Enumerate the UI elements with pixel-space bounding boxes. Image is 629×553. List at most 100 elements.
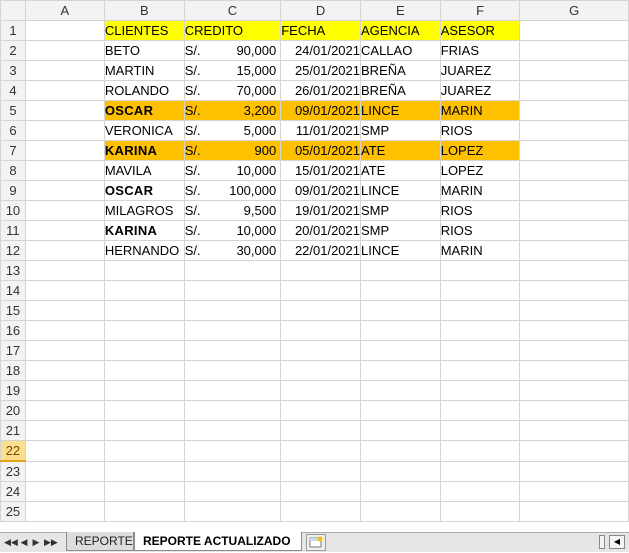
cell[interactable] — [360, 280, 441, 301]
row-header[interactable]: 16 — [0, 320, 26, 341]
cell[interactable] — [24, 380, 105, 401]
cell[interactable] — [24, 40, 105, 61]
cell[interactable] — [24, 340, 105, 361]
cell-fecha[interactable]: 15/01/2021 — [280, 160, 362, 181]
cell-cliente[interactable]: HERNANDO — [103, 240, 185, 261]
row-header[interactable]: 24 — [0, 481, 26, 502]
cell[interactable] — [24, 20, 105, 41]
cell-credito[interactable]: S/. 3,200 — [183, 100, 282, 121]
cell[interactable] — [519, 20, 629, 41]
cell[interactable] — [103, 460, 185, 482]
row-header[interactable]: 1 — [0, 20, 26, 41]
prev-sheet-button[interactable]: ◀ — [18, 535, 30, 549]
cell[interactable] — [439, 260, 521, 281]
row-header[interactable]: 23 — [0, 460, 26, 482]
cell[interactable] — [103, 440, 185, 462]
cell[interactable] — [103, 280, 185, 301]
cell-agencia[interactable]: BREÑA — [360, 60, 441, 81]
column-header-g[interactable]: G — [519, 0, 629, 21]
cell-agencia[interactable]: SMP — [360, 120, 441, 141]
cell[interactable] — [24, 481, 105, 502]
last-sheet-button[interactable]: ▶▶ — [44, 535, 58, 549]
cell[interactable] — [439, 340, 521, 361]
cell[interactable] — [280, 460, 362, 482]
cell[interactable] — [360, 481, 441, 502]
cell[interactable] — [519, 40, 629, 61]
cell[interactable] — [519, 481, 629, 502]
cell[interactable] — [519, 200, 629, 221]
cell[interactable] — [519, 360, 629, 381]
cell[interactable] — [519, 280, 629, 301]
insert-sheet-icon[interactable] — [306, 534, 326, 551]
row-header[interactable]: 7 — [0, 140, 26, 161]
cell-asesor[interactable]: MARIN — [439, 100, 521, 121]
cell[interactable] — [183, 501, 282, 522]
cell-credito[interactable]: S/. 30,000 — [183, 240, 282, 261]
cell-cliente[interactable]: OSCAR — [103, 100, 185, 121]
cell-fecha[interactable]: 05/01/2021 — [280, 140, 362, 161]
cell[interactable] — [103, 320, 185, 341]
cell-agencia[interactable]: ATE — [360, 140, 441, 161]
cell[interactable] — [360, 440, 441, 462]
cell-credito[interactable]: S/. 100,000 — [183, 180, 282, 201]
cell[interactable] — [280, 400, 362, 421]
cell-cliente[interactable]: KARINA — [103, 140, 185, 161]
select-all-corner[interactable] — [0, 0, 26, 21]
cell[interactable] — [280, 260, 362, 281]
cell-cliente[interactable]: ROLANDO — [103, 80, 185, 101]
scroll-left-arrow[interactable]: ◀ — [609, 535, 625, 549]
cell[interactable] — [103, 420, 185, 441]
cell[interactable] — [280, 280, 362, 301]
cell[interactable] — [519, 380, 629, 401]
tab-split-handle[interactable] — [599, 535, 605, 549]
cell-cliente[interactable]: MAVILA — [103, 160, 185, 181]
cell[interactable] — [24, 120, 105, 141]
cell[interactable] — [183, 380, 282, 401]
cell-agencia[interactable]: SMP — [360, 200, 441, 221]
cell[interactable] — [519, 120, 629, 141]
cell-fecha[interactable]: 22/01/2021 — [280, 240, 362, 261]
header-asesor[interactable]: ASESOR — [439, 20, 521, 41]
cell-fecha[interactable]: 09/01/2021 — [280, 180, 362, 201]
cell[interactable] — [24, 501, 105, 522]
cell-cliente[interactable]: MARTIN — [103, 60, 185, 81]
column-header-d[interactable]: D — [280, 0, 362, 21]
cell[interactable] — [360, 400, 441, 421]
cell[interactable] — [280, 340, 362, 361]
row-header[interactable]: 12 — [0, 240, 26, 261]
cell-fecha[interactable]: 25/01/2021 — [280, 60, 362, 81]
cell[interactable] — [280, 360, 362, 381]
cell[interactable] — [360, 501, 441, 522]
cell-cliente[interactable]: MILAGROS — [103, 200, 185, 221]
cell-fecha[interactable]: 24/01/2021 — [280, 40, 362, 61]
row-header[interactable]: 2 — [0, 40, 26, 61]
cell[interactable] — [439, 420, 521, 441]
cell-table[interactable]: A B C D E F G 1 CLIENTES CREDITO FECHA A… — [0, 0, 629, 522]
cell[interactable] — [183, 460, 282, 482]
cell[interactable] — [439, 280, 521, 301]
cell[interactable] — [183, 260, 282, 281]
cell[interactable] — [519, 60, 629, 81]
row-header[interactable]: 18 — [0, 360, 26, 381]
cell[interactable] — [24, 300, 105, 321]
cell[interactable] — [360, 340, 441, 361]
cell-fecha[interactable]: 19/01/2021 — [280, 200, 362, 221]
cell[interactable] — [24, 440, 105, 462]
cell[interactable] — [519, 400, 629, 421]
row-header[interactable]: 13 — [0, 260, 26, 281]
cell-credito[interactable]: S/. 90,000 — [183, 40, 282, 61]
cell[interactable] — [519, 140, 629, 161]
cell[interactable] — [519, 220, 629, 241]
cell[interactable] — [183, 280, 282, 301]
row-header[interactable]: 3 — [0, 60, 26, 81]
cell[interactable] — [24, 320, 105, 341]
cell-asesor[interactable]: RIOS — [439, 120, 521, 141]
cell[interactable] — [360, 260, 441, 281]
cell[interactable] — [183, 340, 282, 361]
header-agencia[interactable]: AGENCIA — [360, 20, 441, 41]
cell[interactable] — [439, 320, 521, 341]
cell[interactable] — [103, 340, 185, 361]
cell[interactable] — [280, 320, 362, 341]
cell-fecha[interactable]: 11/01/2021 — [280, 120, 362, 141]
row-header[interactable]: 22 — [0, 440, 26, 462]
